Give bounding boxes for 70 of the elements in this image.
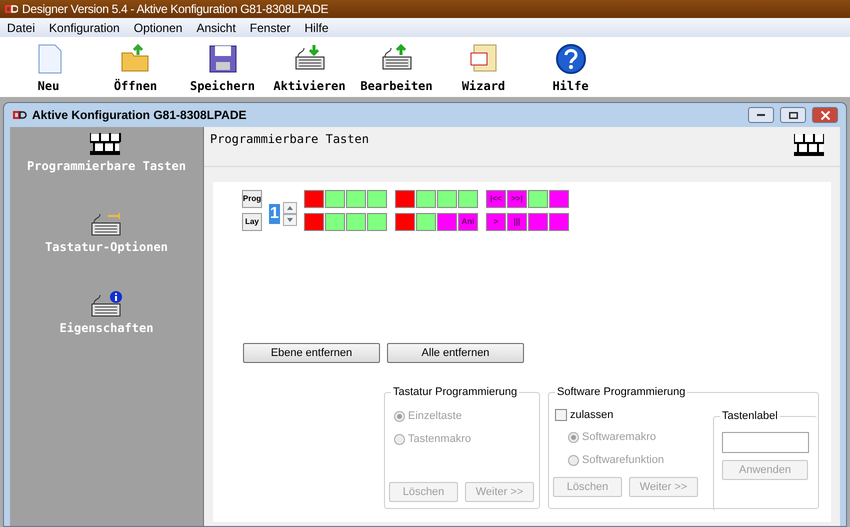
menu-item[interactable]: Hilfe	[304, 18, 328, 36]
key-button[interactable]: Ani	[458, 213, 478, 231]
key-button[interactable]	[304, 190, 324, 208]
radio-label: Einzeltaste	[408, 409, 462, 424]
key-button[interactable]	[366, 213, 387, 231]
maximize-button[interactable]	[780, 107, 806, 123]
key-button[interactable]: >	[486, 213, 506, 231]
key-button[interactable]: >>|	[506, 190, 527, 208]
app-logo-icon	[12, 109, 28, 121]
key-button[interactable]	[394, 213, 415, 231]
key-button[interactable]: |||	[506, 213, 527, 231]
key-button[interactable]	[436, 213, 457, 231]
layer-number: 1	[269, 204, 280, 224]
menu-item[interactable]: Optionen	[134, 18, 182, 36]
key-button[interactable]	[458, 190, 478, 208]
radio-label: Softwaremakro	[582, 430, 656, 446]
group-title: Software Programmierung	[555, 385, 688, 399]
toolbar-button[interactable]: Aktivieren	[266, 43, 353, 95]
key-button[interactable]	[416, 213, 436, 231]
menu-item[interactable]: Konfiguration	[49, 18, 120, 36]
radio-label: Tastenmakro	[408, 432, 471, 448]
layer-button[interactable]: Prog	[242, 190, 262, 208]
key-button[interactable]: |<<	[486, 190, 506, 208]
key-button[interactable]	[346, 213, 366, 231]
group-title: Tastatur Programmierung	[391, 385, 520, 399]
layer-button[interactable]: Lay	[242, 213, 262, 231]
spin-up-button[interactable]	[282, 202, 297, 214]
toolbar-button[interactable]: Bearbeiten	[353, 43, 440, 95]
key-button[interactable]	[366, 190, 387, 208]
key-button[interactable]	[548, 190, 569, 208]
toolbar-button[interactable]: Wizard	[440, 43, 527, 95]
keys-icon	[90, 133, 122, 155]
menu-item[interactable]: Ansicht	[196, 18, 236, 36]
toolbar-button[interactable]: Neu	[5, 43, 92, 95]
toolbar-button[interactable]: Hilfe	[527, 43, 614, 95]
key-button[interactable]	[416, 190, 436, 208]
toolbar-button[interactable]: Speichern	[179, 43, 266, 95]
key-button[interactable]	[394, 190, 415, 208]
key-button[interactable]	[324, 213, 345, 231]
text-field[interactable]	[722, 432, 809, 453]
key-button[interactable]	[528, 213, 548, 231]
minimize-icon	[757, 114, 765, 116]
minimize-button[interactable]	[748, 107, 774, 123]
key-button[interactable]	[548, 213, 569, 231]
caret-up-icon	[286, 206, 293, 210]
action-button[interactable]: Ebene entfernen	[243, 343, 380, 363]
key-button[interactable]	[528, 190, 548, 208]
radio-label: Softwarefunktion	[582, 453, 664, 468]
spin-down-button[interactable]	[282, 214, 297, 226]
help-icon	[554, 43, 586, 75]
app-logo-icon	[4, 3, 18, 15]
close-button[interactable]	[812, 107, 838, 123]
close-icon	[820, 110, 830, 120]
checkbox-label: zulassen	[570, 408, 614, 423]
toolbar-button[interactable]: Öffnen	[92, 43, 179, 95]
key-button[interactable]	[304, 213, 324, 231]
caret-down-icon	[286, 218, 293, 222]
key-button[interactable]	[324, 190, 345, 208]
keys-icon	[794, 134, 824, 156]
window-title: Aktive Konfiguration G81-8308LPADE	[32, 107, 248, 124]
key-button[interactable]	[436, 190, 457, 208]
action-button[interactable]: Alle entfernen	[387, 343, 524, 363]
maximize-icon	[788, 112, 798, 118]
menu-item[interactable]: Fenster	[250, 18, 290, 36]
checkbox[interactable]	[555, 409, 567, 422]
key-button[interactable]	[346, 190, 366, 208]
window-title: Designer Version 5.4 - Aktive Konfiguration G81-8308LPADE	[22, 1, 328, 18]
menu-item[interactable]: Datei	[7, 18, 36, 36]
panel-title: Programmierbare Tasten	[210, 131, 369, 148]
keyboard-icon	[90, 290, 122, 317]
